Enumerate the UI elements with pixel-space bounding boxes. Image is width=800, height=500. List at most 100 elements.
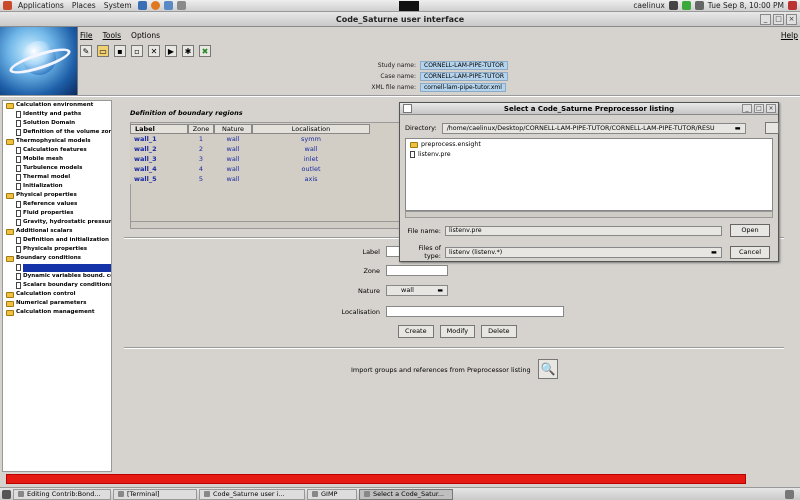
user-name[interactable]: caelinux bbox=[633, 1, 664, 10]
tree-item[interactable]: Calculation management bbox=[3, 308, 111, 317]
cancel-button[interactable]: Cancel bbox=[730, 245, 770, 259]
boundary-table[interactable]: Label Zone Nature Localisation wall_1 1 wa… bbox=[130, 124, 400, 184]
app-menubar: File Tools Options Help bbox=[80, 29, 798, 41]
tree-item[interactable]: Calculation features bbox=[3, 146, 111, 155]
preprocess-icon[interactable]: ✕ bbox=[148, 45, 160, 57]
col-nature[interactable]: Nature bbox=[214, 124, 252, 134]
taskbar-item[interactable]: [Terminal] bbox=[113, 488, 197, 500]
tree-item[interactable]: Fluid properties bbox=[3, 209, 111, 218]
filetype-select[interactable]: listenv (listenv.*) ▬ bbox=[445, 246, 722, 258]
modify-button[interactable]: Modify bbox=[439, 325, 476, 338]
tree-item[interactable]: Dynamic variables bound. cond. bbox=[3, 272, 111, 281]
save-icon[interactable]: ▪ bbox=[114, 45, 126, 57]
dialog-close-button[interactable]: × bbox=[766, 104, 776, 113]
clock[interactable]: Tue Sep 8, 10:00 PM bbox=[708, 1, 784, 10]
tree-item[interactable]: Boundary conditions bbox=[3, 254, 111, 263]
launcher-icon[interactable] bbox=[137, 1, 147, 10]
table-cell: wall_1 bbox=[134, 135, 157, 143]
tree-item[interactable]: Numerical parameters bbox=[3, 299, 111, 308]
trash-icon[interactable] bbox=[785, 489, 794, 499]
delete-button[interactable]: Delete bbox=[481, 325, 517, 338]
zone-input[interactable] bbox=[386, 265, 448, 276]
places-menu[interactable]: Places bbox=[70, 1, 98, 10]
table-row[interactable]: wall_1 1 wall symm bbox=[130, 134, 400, 144]
list-item[interactable]: preprocess.ensight bbox=[406, 140, 772, 149]
tree-item[interactable] bbox=[3, 263, 111, 272]
close-button[interactable]: × bbox=[786, 14, 797, 25]
show-desktop-icon[interactable] bbox=[2, 489, 11, 499]
help-icon[interactable] bbox=[163, 1, 173, 10]
table-row[interactable]: wall_4 4 wall outlet bbox=[130, 164, 400, 174]
file-name: preprocess.ensight bbox=[421, 141, 481, 148]
table-horizontal-scrollbar[interactable] bbox=[130, 221, 410, 229]
options-menu[interactable]: Options bbox=[131, 31, 160, 40]
table-row[interactable]: wall_5 5 wall axis bbox=[130, 174, 400, 184]
tree-item[interactable]: Reference values bbox=[3, 200, 111, 209]
taskbar-item[interactable]: Code_Saturne user i... bbox=[199, 488, 305, 500]
help-menu[interactable]: Help bbox=[781, 31, 798, 40]
tree-item[interactable]: Scalars boundary conditions bbox=[3, 281, 111, 290]
tree-item[interactable]: Definition of the volume zones bbox=[3, 128, 111, 137]
parent-directory-button[interactable] bbox=[764, 122, 779, 134]
power-icon[interactable] bbox=[788, 1, 798, 10]
tree-item[interactable]: Definition and initialization bbox=[3, 236, 111, 245]
close-icon[interactable]: ✖ bbox=[199, 45, 211, 57]
nature-select[interactable]: wall ▬ bbox=[386, 285, 448, 296]
tree-item[interactable]: Initialization bbox=[3, 182, 111, 191]
list-item[interactable]: listenv.pre bbox=[406, 150, 772, 159]
table-cell: wall bbox=[226, 175, 240, 183]
tree-item[interactable]: Gravity, hydrostatic pressure bbox=[3, 218, 111, 227]
network-icon[interactable] bbox=[668, 1, 678, 10]
dialog-titlebar[interactable]: Select a Code_Saturne Preprocessor listi… bbox=[400, 103, 778, 115]
new-file-icon[interactable]: ✎ bbox=[80, 45, 92, 57]
maximize-button[interactable]: □ bbox=[773, 14, 784, 25]
filename-input[interactable]: listenv.pre bbox=[445, 225, 722, 236]
tree-item[interactable]: Physical properties bbox=[3, 191, 111, 200]
minimize-button[interactable]: _ bbox=[760, 14, 771, 25]
tree-item[interactable]: Thermophysical models bbox=[3, 137, 111, 146]
table-row[interactable]: wall_3 3 wall inlet bbox=[130, 154, 400, 164]
taskbar-item[interactable]: GIMP bbox=[307, 488, 357, 500]
open-folder-icon[interactable]: ▭ bbox=[97, 45, 109, 57]
firefox-icon[interactable] bbox=[150, 1, 160, 10]
ubuntu-logo-icon[interactable] bbox=[3, 1, 12, 10]
taskbar-item[interactable]: Editing Contrib:Bond... bbox=[13, 488, 111, 500]
run-icon[interactable]: ▶ bbox=[165, 45, 177, 57]
table-row[interactable]: wall_2 2 wall wall bbox=[130, 144, 400, 154]
tree-item[interactable]: Thermal model bbox=[3, 173, 111, 182]
update-icon[interactable] bbox=[681, 1, 691, 10]
tree-item[interactable]: Additional scalars bbox=[3, 227, 111, 236]
tree-item[interactable]: Turbulence models bbox=[3, 164, 111, 173]
settings-icon[interactable]: ✱ bbox=[182, 45, 194, 57]
file-list-scrollbar[interactable] bbox=[405, 211, 773, 218]
window-titlebar[interactable]: Code_Saturne user interface _ □ × bbox=[0, 12, 800, 27]
col-zone[interactable]: Zone bbox=[188, 124, 214, 134]
system-menu[interactable]: System bbox=[102, 1, 134, 10]
directory-select[interactable]: /home/caelinux/Desktop/CORNELL-LAM-PIPE-… bbox=[441, 122, 746, 134]
col-localisation[interactable]: Localisation bbox=[252, 124, 370, 134]
volume-icon[interactable] bbox=[694, 1, 704, 10]
file-list[interactable]: preprocess.ensight listenv.pre bbox=[405, 138, 773, 211]
file-menu[interactable]: File bbox=[80, 31, 93, 40]
applications-menu[interactable]: Applications bbox=[16, 1, 66, 10]
taskbar-item[interactable]: Select a Code_Satur... bbox=[359, 488, 453, 500]
tree-item[interactable]: Calculation control bbox=[3, 290, 111, 299]
import-listing-button[interactable]: 🔍 bbox=[538, 359, 558, 379]
file-dialog[interactable]: Select a Code_Saturne Preprocessor listi… bbox=[399, 102, 779, 262]
open-button[interactable]: Open bbox=[730, 224, 770, 237]
dialog-minimize-button[interactable]: _ bbox=[742, 104, 752, 113]
tools-menu[interactable]: Tools bbox=[103, 31, 121, 40]
tree-item[interactable]: Calculation environment bbox=[3, 101, 111, 110]
tree-item[interactable]: Identity and paths bbox=[3, 110, 111, 119]
tree-item[interactable]: Mobile mesh bbox=[3, 155, 111, 164]
col-label[interactable]: Label bbox=[130, 124, 188, 134]
tree-item[interactable]: Physicals properties bbox=[3, 245, 111, 254]
create-button[interactable]: Create bbox=[398, 325, 434, 338]
localisation-input[interactable] bbox=[386, 306, 564, 317]
dialog-maximize-button[interactable]: □ bbox=[754, 104, 764, 113]
workspace-indicator[interactable] bbox=[399, 0, 420, 11]
save-as-icon[interactable]: ▫ bbox=[131, 45, 143, 57]
navigation-tree[interactable]: Calculation environment Identity and path… bbox=[2, 100, 112, 472]
tree-item[interactable]: Solution Domain bbox=[3, 119, 111, 128]
terminal-icon[interactable] bbox=[176, 1, 186, 10]
